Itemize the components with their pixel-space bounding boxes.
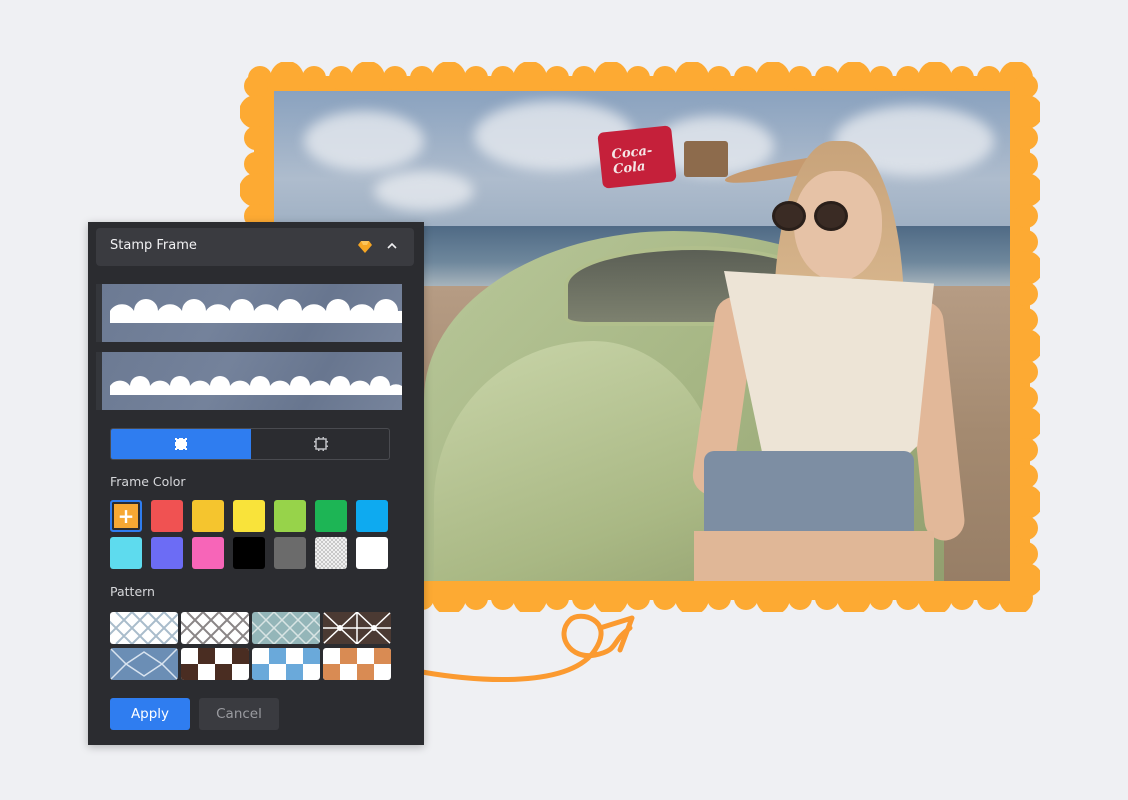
fill-frame-mode-button[interactable] — [111, 429, 251, 459]
cooler-label: Coca-Cola — [610, 143, 653, 178]
outline-frame-mode-button[interactable] — [251, 429, 389, 459]
pattern-label: Pattern — [110, 584, 155, 599]
cancel-button[interactable]: Cancel — [199, 698, 279, 730]
frame-option-2[interactable] — [96, 352, 402, 410]
stamp-frame-panel: Stamp Frame Frame Color + Pattern Apply … — [88, 222, 424, 745]
custom-color-button[interactable]: + — [110, 500, 142, 532]
apply-button[interactable]: Apply — [110, 698, 190, 730]
color-swatch-red[interactable] — [151, 500, 183, 532]
pattern-gray-lattice[interactable] — [181, 612, 249, 644]
plus-icon: + — [117, 504, 135, 528]
color-swatch-white[interactable] — [356, 537, 388, 569]
panel-header[interactable]: Stamp Frame — [96, 228, 414, 266]
stamp-outline-icon — [314, 437, 328, 451]
scallop-frame-2-thumbnail — [110, 376, 402, 395]
color-swatch-lime[interactable] — [274, 500, 306, 532]
pattern-blue-checker[interactable] — [252, 648, 320, 680]
gem-icon — [358, 241, 372, 253]
frame-mode-toggle — [110, 428, 390, 460]
pattern-brown-checker[interactable] — [181, 648, 249, 680]
pattern-blue-ornament[interactable] — [110, 648, 178, 680]
color-swatch-transparent[interactable] — [315, 537, 347, 569]
color-swatch-black[interactable] — [233, 537, 265, 569]
stamp-filled-icon — [174, 437, 188, 451]
pattern-teal-lattice[interactable] — [252, 612, 320, 644]
color-swatch-sky-blue[interactable] — [356, 500, 388, 532]
coca-cola-cooler: Coca-Cola — [597, 125, 677, 189]
color-swatch-cyan[interactable] — [110, 537, 142, 569]
frame-color-label: Frame Color — [110, 474, 186, 489]
pattern-orange-checker[interactable] — [323, 648, 391, 680]
curly-arrow-icon — [420, 613, 635, 683]
color-swatch-gold[interactable] — [192, 500, 224, 532]
pattern-brown-star-lattice[interactable] — [323, 612, 391, 644]
frame-option-1[interactable] — [96, 284, 402, 342]
pattern-light-blue-lattice[interactable] — [110, 612, 178, 644]
color-swatch-green[interactable] — [315, 500, 347, 532]
chevron-up-icon[interactable] — [386, 240, 398, 252]
color-swatch-indigo[interactable] — [151, 537, 183, 569]
color-swatch-yellow[interactable] — [233, 500, 265, 532]
color-swatch-pink[interactable] — [192, 537, 224, 569]
panel-title: Stamp Frame — [110, 238, 197, 253]
color-swatch-gray[interactable] — [274, 537, 306, 569]
scallop-frame-1-thumbnail — [110, 299, 402, 323]
